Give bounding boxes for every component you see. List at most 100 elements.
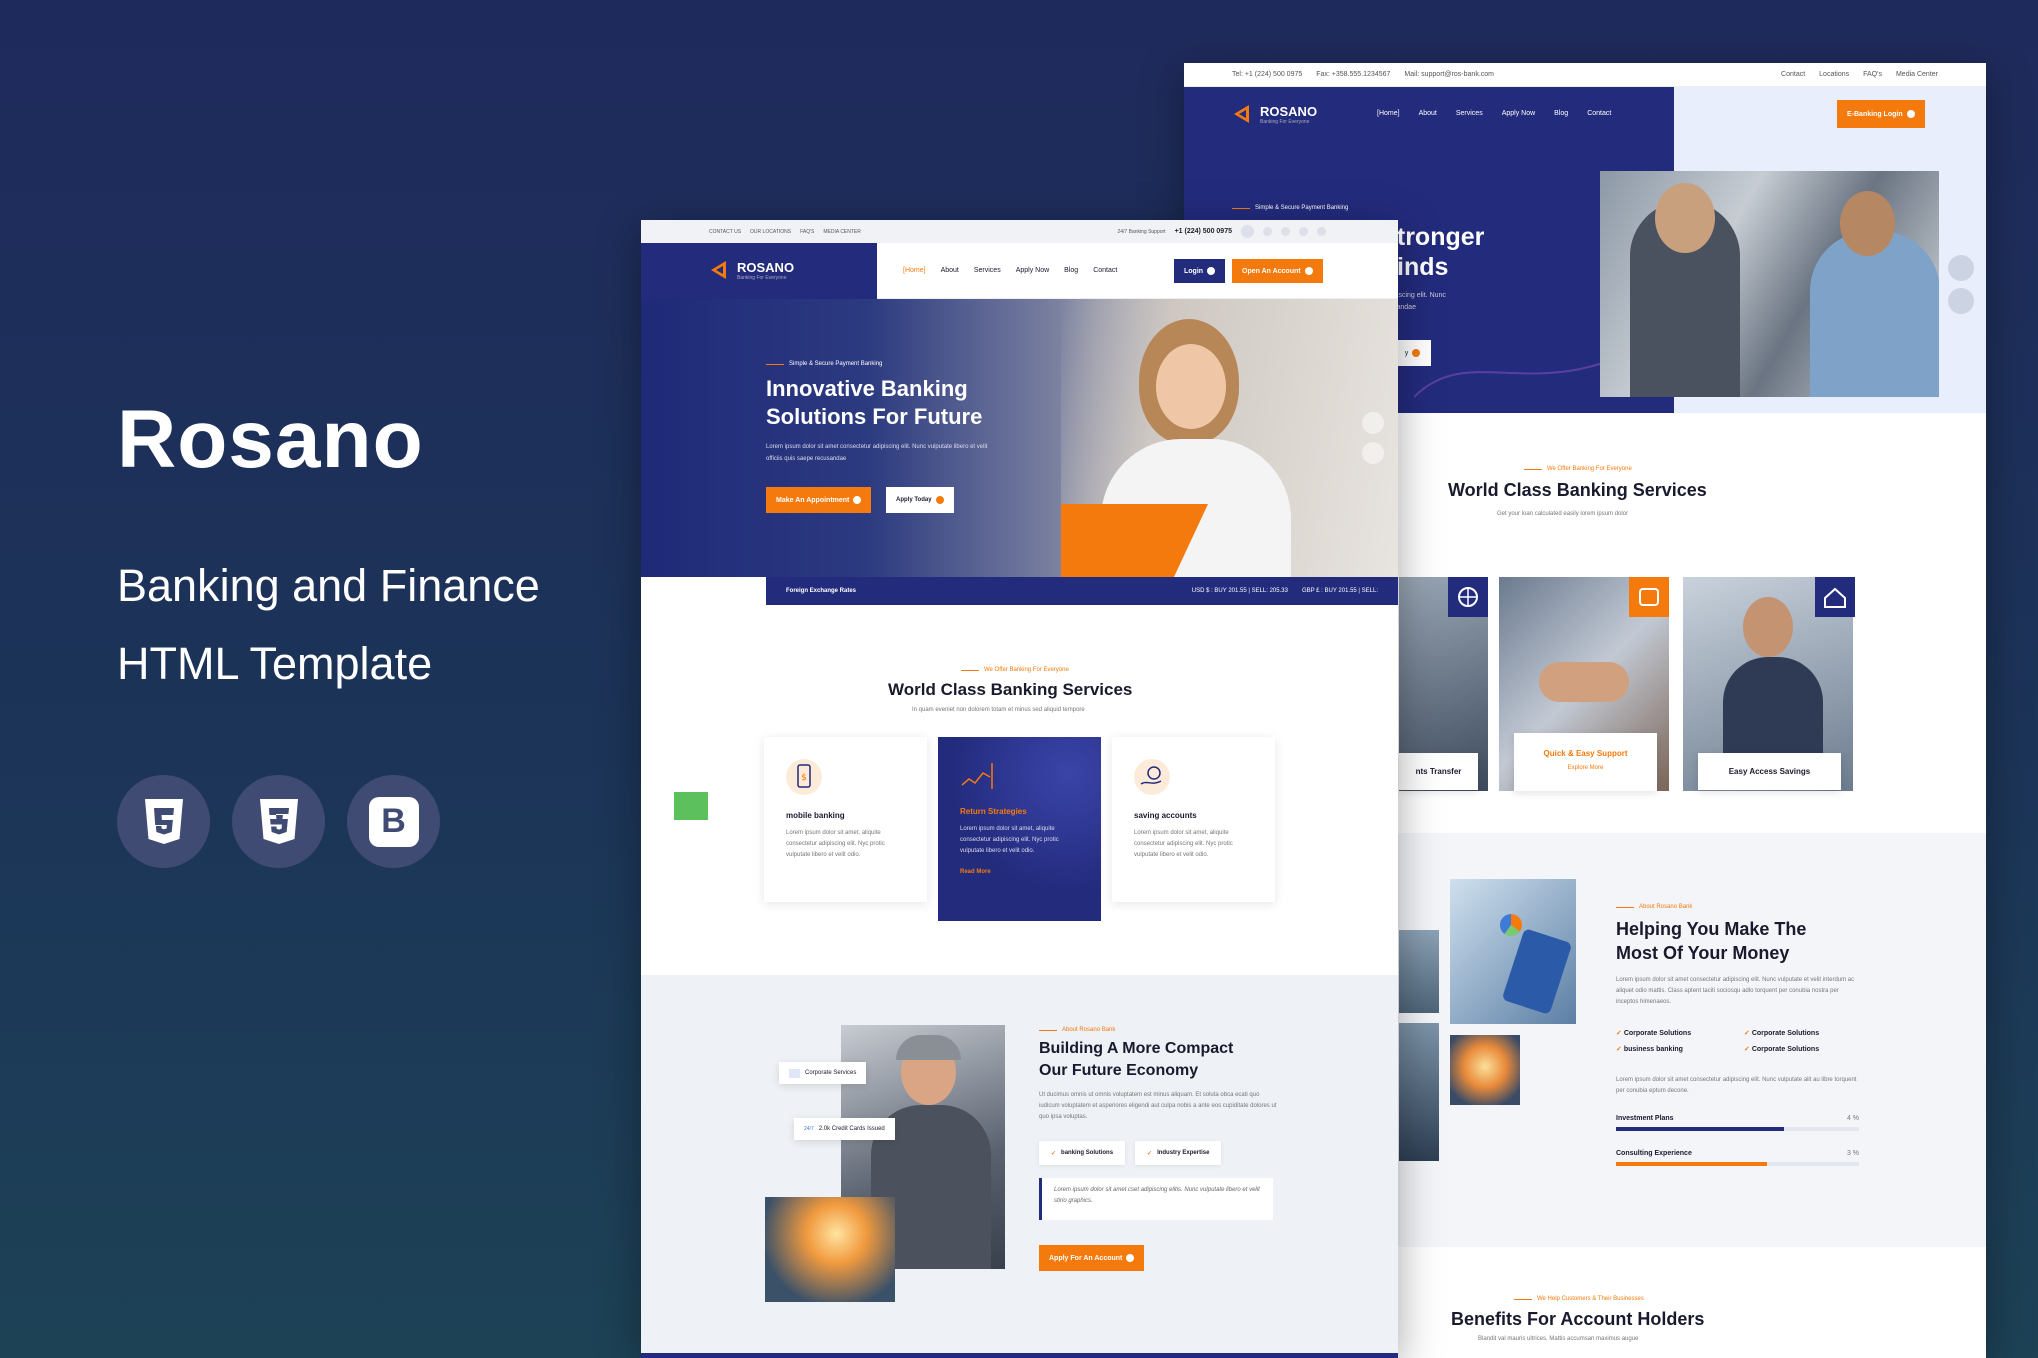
hero-photo-woman xyxy=(1061,299,1398,577)
topbar-link[interactable]: CONTACT US xyxy=(709,229,741,235)
hero-photo-businessmen xyxy=(1600,171,1939,397)
nav-blog[interactable]: Blog xyxy=(1064,267,1078,274)
tech-badges: B xyxy=(117,775,440,868)
topbar-link[interactable]: Media Center xyxy=(1896,71,1938,78)
topbar-link[interactable]: FAQ's xyxy=(1863,71,1882,78)
progress-investment: Investment Plans 4 % xyxy=(1616,1115,1859,1131)
slider-next-button[interactable] xyxy=(1362,442,1384,464)
topbar-link[interactable]: MEDIA CENTER xyxy=(823,229,861,235)
topbar-link[interactable]: Locations xyxy=(1819,71,1849,78)
about-photo-city xyxy=(1399,930,1439,1013)
appointment-label: Make An Appointment xyxy=(776,496,850,504)
service-card-label[interactable]: nts Transfer xyxy=(1399,753,1478,790)
apply-account-button[interactable]: Apply For An Account xyxy=(1039,1245,1145,1271)
topbar-link[interactable]: Contact xyxy=(1781,71,1805,78)
hero-tag: Simple & Secure Payment Banking xyxy=(766,361,882,367)
service-card-label: Quick & Easy Support xyxy=(1543,749,1628,758)
benefits-desc: Blandit val mauris ultrices. Mattis accu… xyxy=(1478,1336,1639,1342)
topbar: CONTACT US OUR LOCATIONS FAQ'S MEDIA CEN… xyxy=(641,220,1398,243)
slider-prev-button[interactable] xyxy=(1362,412,1384,434)
bootstrap-icon: B xyxy=(368,796,419,847)
topbar-support: 24/7 Banking Support xyxy=(1117,228,1166,235)
login-label: Login xyxy=(1184,267,1204,275)
service-card-saving[interactable]: saving accounts Lorem ipsum dolor sit am… xyxy=(1112,737,1275,902)
nav-services[interactable]: Services xyxy=(1456,110,1483,117)
svg-text:$: $ xyxy=(801,773,807,783)
brand-name: ROSANO xyxy=(737,259,795,275)
logo[interactable]: ROSANO Banking For Everyone xyxy=(1232,103,1317,125)
apply-account-label: Apply For An Account xyxy=(1049,1254,1123,1262)
slider-prev-button[interactable] xyxy=(1948,255,1974,281)
css3-icon xyxy=(259,798,298,844)
about-title-line: Most Of Your Money xyxy=(1616,943,1790,963)
chip: ✓ Industry Expertise xyxy=(1135,1141,1222,1165)
about-title: Building A More Compact Our Future Econo… xyxy=(1039,1038,1233,1082)
facebook-icon[interactable] xyxy=(1281,227,1290,236)
check-item: ✓ business banking xyxy=(1616,1046,1683,1053)
chip-label: banking Solutions xyxy=(1061,1150,1114,1156)
header: ROSANO Banking For Everyone [Home] About… xyxy=(641,243,1398,299)
service-card-info[interactable]: Quick & Easy Support Explore More xyxy=(1514,733,1657,791)
about-desc: Lorem ipsum dolor sit amet consectetur a… xyxy=(1616,977,1855,1005)
floating-badge-services: Corporate Services xyxy=(779,1062,867,1084)
check-icon: ✓ xyxy=(1616,1030,1624,1037)
nav-about[interactable]: About xyxy=(941,267,959,274)
floating-badge-label: Corporate Services xyxy=(805,1070,857,1076)
about-photo-office xyxy=(1399,1023,1439,1161)
nav-about[interactable]: About xyxy=(1419,110,1437,117)
check-item: ✓ Corporate Solutions xyxy=(1616,1030,1692,1037)
check-icon: ✓ xyxy=(1051,1150,1057,1157)
nav-contact[interactable]: Contact xyxy=(1093,267,1117,274)
make-appointment-button[interactable]: Make An Appointment xyxy=(766,487,872,513)
hero-desc: piscing elit. Nunc sandae xyxy=(1393,290,1446,314)
arrow-icon xyxy=(1304,267,1313,275)
about-tag: About Rosano Bank xyxy=(1039,1027,1115,1033)
about-section: Corporate Services 24/7 2.0k Credit Cards… xyxy=(641,975,1398,1353)
benefits-title: Benefits For Account Holders xyxy=(1451,1309,1705,1329)
html5-icon xyxy=(144,798,183,844)
hero-desc: Lorem ipsum dolor sit amet consectetur a… xyxy=(766,444,988,462)
service-card-return[interactable]: Return Strategies Lorem ipsum dolor sit … xyxy=(938,737,1101,921)
topbar-link[interactable]: FAQ'S xyxy=(800,229,814,235)
explore-more-link[interactable]: Explore More xyxy=(1514,765,1657,771)
hero-desc-line: sandae xyxy=(1393,304,1416,311)
twitter-icon[interactable] xyxy=(1263,227,1272,236)
arrow-icon xyxy=(1906,110,1915,118)
about-tag: About Rosano Bank xyxy=(1616,904,1692,910)
instagram-icon[interactable] xyxy=(1299,227,1308,236)
check-icon: ✓ xyxy=(1744,1030,1752,1037)
service-card-title: mobile banking xyxy=(786,811,845,820)
about-title-line: Building A More Compact xyxy=(1039,1040,1234,1057)
service-card-label[interactable]: Easy Access Savings xyxy=(1698,753,1841,790)
html5-badge xyxy=(117,775,210,868)
login-button[interactable]: Login xyxy=(1174,259,1226,283)
nav-apply[interactable]: Apply Now xyxy=(1016,267,1049,274)
nav-home[interactable]: [Home] xyxy=(1377,110,1400,117)
brand-name: ROSANO xyxy=(1260,103,1318,119)
ebanking-login-button[interactable]: E-Banking Login xyxy=(1837,100,1925,128)
apply-today-button[interactable]: Apply Today xyxy=(886,487,954,513)
scroll-to-top-button[interactable] xyxy=(674,792,708,820)
logo-icon xyxy=(1234,105,1249,123)
promo-title: Rosano xyxy=(117,394,424,485)
service-card-mobile[interactable]: $ mobile banking Lorem ipsum dolor sit a… xyxy=(764,737,927,902)
apply-today-label: Apply Today xyxy=(896,497,932,503)
read-more-link[interactable]: Read More xyxy=(960,869,1079,875)
progress-value: 4 % xyxy=(1846,1115,1859,1122)
nav-home[interactable]: [Home] xyxy=(903,267,926,274)
search-icon[interactable] xyxy=(1241,225,1254,238)
open-account-label: Open An Account xyxy=(1242,267,1301,275)
topbar-phone[interactable]: +1 (224) 500 0975 xyxy=(1175,228,1232,235)
nav-apply[interactable]: Apply Now xyxy=(1502,110,1535,117)
arrow-icon xyxy=(1207,267,1216,275)
topbar-link[interactable]: OUR LOCATIONS xyxy=(750,229,791,235)
hero-section: Simple & Secure Payment Banking Innovati… xyxy=(641,299,1398,577)
open-account-button[interactable]: Open An Account xyxy=(1232,259,1323,283)
nav-blog[interactable]: Blog xyxy=(1554,110,1568,117)
slider-next-button[interactable] xyxy=(1948,288,1974,314)
linkedin-icon[interactable] xyxy=(1317,227,1326,236)
services-title: World Class Banking Services xyxy=(1448,480,1707,500)
nav-contact[interactable]: Contact xyxy=(1587,110,1611,117)
logo[interactable]: ROSANO Banking For Everyone xyxy=(709,259,794,281)
nav-services[interactable]: Services xyxy=(974,267,1001,274)
